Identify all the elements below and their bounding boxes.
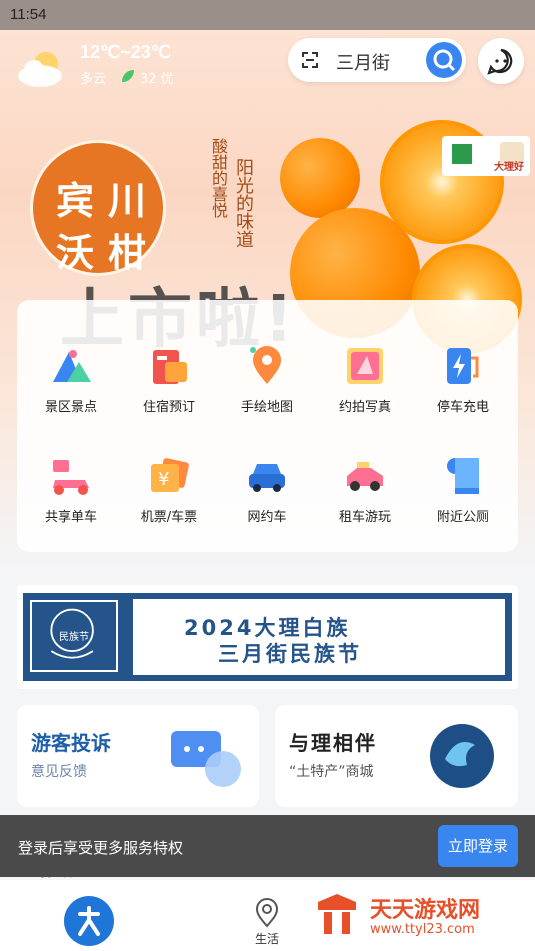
orange-fruit-1 — [280, 138, 360, 218]
service-label: 住宿预订 — [142, 400, 195, 415]
service-ride[interactable]: 网约车 — [217, 446, 317, 546]
status-bar: 11:54 — [0, 0, 535, 30]
festival-emblem: 民族节 — [30, 600, 118, 672]
search-button[interactable] — [426, 42, 462, 78]
air-quality: 32 优 — [140, 72, 174, 87]
toilet-paper-icon — [447, 458, 479, 494]
service-grid: 景区景点 住宿预订 手绘地图 约拍写真 停车充电 共享单车 ¥ 机票/车票 网约… — [17, 300, 518, 552]
mall-logo-icon — [430, 724, 494, 788]
service-label: 手绘地图 — [240, 400, 293, 415]
slogan-left: 酸甜的喜悦 — [209, 138, 228, 218]
service-label: 共享单车 — [44, 510, 97, 525]
chat-icon — [487, 48, 513, 75]
car-icon — [249, 464, 285, 492]
service-label: 约拍写真 — [338, 400, 391, 415]
service-photo[interactable]: 约拍写真 — [315, 336, 415, 436]
service-hotel[interactable]: 住宿预订 — [119, 336, 219, 436]
mall-title: 与理相伴 — [289, 731, 377, 755]
search-icon — [433, 49, 456, 72]
complaint-subtitle: 意见反馈 — [31, 764, 87, 780]
tab-home[interactable] — [64, 896, 114, 946]
service-parking[interactable]: 停车充电 — [413, 336, 513, 436]
slogan-right: 阳光的味道 — [233, 158, 254, 248]
mall-subtitle: “土特产”商城 — [289, 764, 374, 780]
temperature-range: 12℃~23℃ — [80, 42, 171, 62]
service-toilet[interactable]: 附近公厕 — [413, 446, 513, 546]
banner-line-2: 三月街民族节 — [218, 642, 362, 666]
service-label: 网约车 — [247, 510, 287, 525]
cloud-icon — [18, 52, 62, 87]
service-label: 附近公厕 — [436, 510, 489, 525]
toast-message: 登录后享受更多服务特权 — [18, 839, 184, 857]
weather-condition: 多云 — [80, 72, 107, 87]
watermark-url: www.ttyl23.com — [370, 922, 475, 937]
service-label: 机票/车票 — [140, 510, 198, 525]
search-input[interactable]: 三月街 — [336, 49, 390, 75]
site-watermark: 天天游戏网 www.ttyl23.com — [306, 880, 535, 951]
feedback-icon — [171, 731, 241, 787]
login-button[interactable]: 立即登录 — [438, 825, 518, 867]
service-label: 景区景点 — [44, 400, 97, 415]
charging-icon — [447, 348, 479, 384]
seal-char-1: 宾 — [56, 179, 95, 223]
search-bar[interactable]: 三月街 — [288, 38, 466, 82]
scan-icon[interactable] — [300, 50, 320, 70]
mall-card[interactable]: 与理相伴 “土特产”商城 — [275, 705, 518, 807]
status-time: 11:54 — [10, 6, 47, 23]
service-label: 停车充电 — [436, 400, 489, 415]
watermark-title: 天天游戏网 — [370, 898, 481, 923]
leaf-icon — [122, 70, 134, 82]
map-pin-icon — [250, 346, 281, 384]
location-pin-icon[interactable] — [254, 898, 280, 928]
watermark-logo-icon — [318, 894, 356, 934]
photo-icon — [347, 348, 383, 384]
service-scenic[interactable]: 景区景点 — [21, 336, 121, 436]
service-ticket[interactable]: ¥ 机票/车票 — [119, 446, 219, 546]
svg-text:¥: ¥ — [158, 469, 169, 490]
complaint-card[interactable]: 游客投诉 意见反馈 — [17, 705, 259, 807]
hotel-icon — [153, 350, 187, 384]
service-map[interactable]: 手绘地图 — [217, 336, 317, 436]
emblem-text: 民族节 — [59, 632, 89, 643]
home-logo-icon — [78, 906, 100, 936]
scooter-icon — [53, 460, 89, 495]
seal-char-2: 川 — [108, 179, 147, 223]
ticket-icon: ¥ — [151, 458, 189, 492]
complaint-title: 游客投诉 — [31, 731, 111, 755]
login-toast: 登录后享受更多服务特权 立即登录 — [0, 815, 535, 877]
badge-text: 大理好 — [494, 162, 524, 173]
weather-widget[interactable]: 12℃~23℃ 多云 32 优 — [16, 38, 216, 90]
message-button[interactable] — [478, 38, 524, 84]
service-bike[interactable]: 共享单车 — [21, 446, 121, 546]
service-rental[interactable]: 租车游玩 — [315, 446, 415, 546]
brand-badge: 大理好 — [442, 136, 530, 176]
bottom-tabbar: 生活 天天游戏网 www.ttyl23.com — [0, 880, 535, 951]
tab-life-label[interactable]: 生活 — [255, 930, 279, 947]
convertible-icon — [347, 462, 383, 491]
mountain-icon — [53, 350, 91, 382]
service-label: 租车游玩 — [338, 510, 391, 525]
